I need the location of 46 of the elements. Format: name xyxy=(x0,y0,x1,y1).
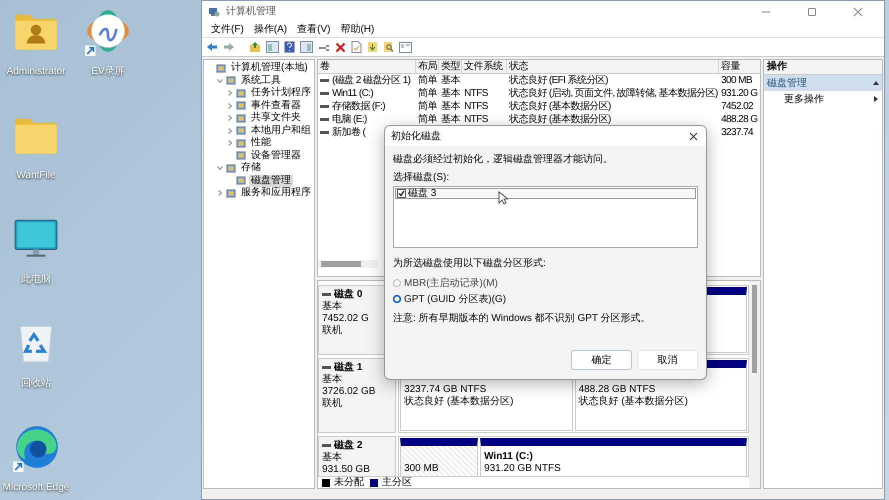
table-cell: (磁盘 2 磁盘分区 1) xyxy=(332,74,410,86)
table-cell: 存储数据 (F:) xyxy=(332,100,385,112)
disk-name: 磁盘 0 xyxy=(334,289,362,300)
group-label: 为所选磁盘使用以下磁盘分区形式: xyxy=(393,258,546,270)
table-cell: 简单 xyxy=(418,114,437,126)
table-cell: 简单 xyxy=(418,88,437,100)
list-label: 选择磁盘(S): xyxy=(393,172,450,184)
pane-header: 操作 xyxy=(764,60,882,75)
table-cell: NTFS xyxy=(464,114,488,126)
disk-info: 联机 xyxy=(322,398,344,410)
disk-name: 磁盘 2 xyxy=(334,440,362,452)
table-cell: 7452.02 xyxy=(721,100,754,112)
partition-info: 3237.74 GB NTFS xyxy=(404,384,488,396)
disk-info: 7452.02 G xyxy=(322,313,370,324)
disk-info: 基本 xyxy=(322,301,344,313)
table-cell: 基本 xyxy=(441,100,460,112)
legend-label: 未分配 xyxy=(334,477,364,488)
table-cell: 基本 xyxy=(441,74,460,86)
window-title: 计算机管理 xyxy=(226,4,276,19)
dialog-message: 磁盘必须经过初始化，逻辑磁盘管理器才能访问。 xyxy=(393,154,614,166)
disk-info: 基本 xyxy=(322,452,344,464)
partition-title: Win11 (C:) xyxy=(484,451,534,463)
partition-info: 931.20 GB NTFS xyxy=(484,463,562,475)
partition-info: 状态良好 (基本数据分区) xyxy=(578,396,690,408)
dialog-title: 初始化磁盘 xyxy=(391,130,441,144)
table-cell: 基本 xyxy=(441,88,460,100)
disk-info: 3726.02 GB xyxy=(322,386,376,398)
disk-info: 基本 xyxy=(322,374,344,386)
table-cell: 300 MB xyxy=(721,74,752,86)
table-cell: NTFS xyxy=(464,100,488,112)
legend-label: 主分区 xyxy=(382,477,412,488)
table-cell: Win11 (C:) xyxy=(332,88,374,100)
table-cell: NTFS xyxy=(464,88,488,100)
note-text: 注意: 所有早期版本的 Windows 都不识别 GPT 分区形式。 xyxy=(393,313,652,325)
disk-name: 磁盘 1 xyxy=(334,362,362,374)
table-cell: 488.28 G xyxy=(721,114,758,126)
partition-info: 状态良好 (基本数据分区) xyxy=(404,396,515,408)
table-cell: 931.20 G xyxy=(721,88,758,100)
partition-info: 300 MB xyxy=(404,463,440,475)
table-cell: 基本 xyxy=(441,114,460,126)
table-cell: 简单 xyxy=(418,74,437,86)
partition-info: 488.28 GB NTFS xyxy=(578,384,656,396)
disk-info: 931.50 GB xyxy=(322,464,371,476)
table-cell: 3237.74 xyxy=(721,126,754,138)
table-cell: 简单 xyxy=(418,100,437,112)
disk-info: 联机 xyxy=(322,325,344,337)
